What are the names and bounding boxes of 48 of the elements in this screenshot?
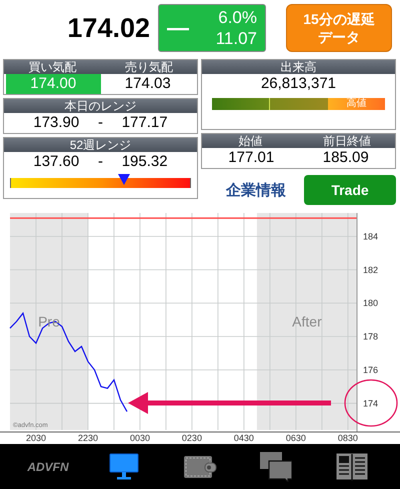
- meter-label: 高値: [328, 98, 385, 110]
- x-axis-label: 2030: [26, 433, 46, 443]
- panel-header: 本日のレンジ: [64, 99, 136, 113]
- company-info-link[interactable]: 企業情報: [226, 180, 286, 200]
- monitor-icon: [109, 453, 139, 480]
- change-percent: 6.0%: [218, 7, 257, 28]
- volume-value: 26,813,371: [260, 74, 336, 94]
- range-high: 195.32: [122, 152, 168, 172]
- meter-segment: [212, 98, 270, 110]
- y-axis-label: 184: [363, 231, 378, 242]
- panel-header: 前日終値: [322, 134, 372, 148]
- chat-icon: [260, 452, 292, 482]
- panel-header: 始値: [237, 134, 264, 148]
- highlight-circle: [344, 379, 398, 427]
- y-axis-label: 176: [363, 364, 378, 375]
- newspaper-icon: [336, 452, 368, 480]
- last-price: 174.02: [66, 12, 151, 44]
- y-axis-label: 180: [363, 298, 378, 308]
- range-low: 173.90: [33, 113, 80, 133]
- range-high: 177.17: [122, 113, 168, 133]
- y-axis-label: 178: [363, 332, 378, 342]
- price-value: 185.09: [322, 148, 370, 168]
- x-axis-label: 0430: [234, 433, 254, 443]
- quote-value: 174.00: [6, 74, 100, 94]
- panel-header: 52週レンジ: [70, 138, 132, 152]
- x-axis-label: 0830: [338, 433, 358, 443]
- panel-header: 買い気配: [27, 60, 78, 74]
- price-value: 177.01: [227, 148, 276, 168]
- trade-button[interactable]: Trade: [304, 175, 396, 205]
- panel-header: 売り気配: [124, 60, 174, 74]
- meter-segment: [269, 98, 328, 110]
- quote-value: 174.03: [124, 74, 172, 94]
- session-label: After: [292, 314, 322, 330]
- panel-header: 出来高: [280, 60, 316, 74]
- range-separator: -: [98, 113, 103, 133]
- x-axis-label: 0230: [182, 433, 202, 443]
- brand-logo: ADVFN: [27, 460, 69, 474]
- range-low: 137.60: [33, 152, 80, 172]
- x-axis-label: 0630: [286, 433, 306, 443]
- change-sign: —: [167, 15, 189, 41]
- logo-tab[interactable]: ADVFN: [18, 460, 78, 474]
- y-axis-label: 174: [363, 398, 378, 408]
- wallet-icon: [183, 454, 217, 478]
- x-axis-label: 0030: [130, 433, 150, 443]
- change-value: 11.07: [216, 28, 257, 49]
- range-separator: -: [98, 152, 103, 172]
- y-axis-label: 182: [363, 264, 378, 275]
- x-axis-label: 2230: [78, 433, 98, 443]
